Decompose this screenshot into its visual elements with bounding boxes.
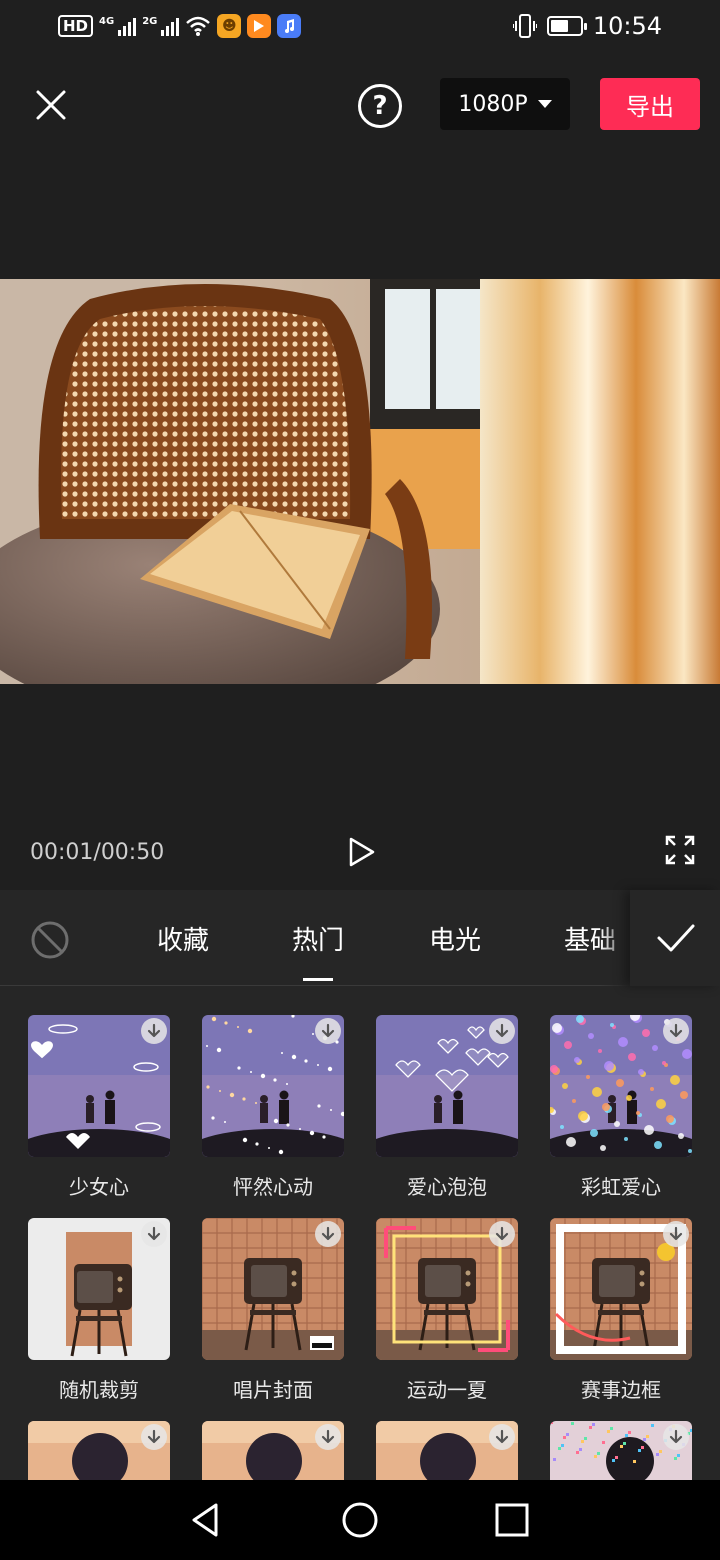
fullscreen-icon[interactable] (664, 834, 696, 866)
effect-item[interactable]: 唱片封面 (202, 1218, 344, 1403)
video-preview-area: 00:01/00:50 (0, 156, 720, 890)
effect-category-tabs: 收藏 热门 电光 基础 (0, 890, 720, 986)
signal-2g-label: 2G (142, 16, 158, 27)
signal-2g-icon: 2G (142, 16, 180, 36)
recents-icon[interactable] (492, 1500, 532, 1540)
status-bar: HD 4G 2G ☻ 10:54 (0, 0, 720, 56)
chevron-down-icon (537, 100, 552, 108)
effect-item[interactable]: 爱心泡泡 (376, 1015, 518, 1200)
effect-thumbnail[interactable] (550, 1421, 692, 1480)
download-icon[interactable] (489, 1018, 515, 1044)
effects-grid: 少女心 怦然心动 爱心泡泡 彩虹爱心随机裁剪 唱片封面 运动一夏 赛事边框 (0, 987, 720, 1480)
music-app-icon (277, 14, 302, 38)
effect-item[interactable] (376, 1421, 518, 1480)
effect-label: 彩虹爱心 (581, 1175, 661, 1199)
status-left-icons: HD 4G 2G ☻ (58, 14, 302, 38)
close-icon[interactable] (30, 84, 72, 126)
effect-item[interactable] (550, 1421, 692, 1480)
effects-panel: 收藏 热门 电光 基础 少女心 怦然心动 爱心泡泡 彩虹爱心随机裁剪 唱片封面 运动一夏 赛… (0, 890, 720, 1480)
download-icon[interactable] (663, 1221, 689, 1247)
status-right-icons: 10:54 (512, 12, 662, 40)
effect-thumbnail[interactable] (376, 1218, 518, 1360)
app-notification-icon: ☻ (217, 14, 242, 38)
resolution-dropdown[interactable]: 1080P (440, 78, 570, 130)
export-label: 导出 (626, 92, 674, 121)
effect-thumbnail[interactable] (202, 1218, 344, 1360)
effect-thumbnail[interactable] (202, 1015, 344, 1157)
tab-favorites[interactable]: 收藏 (157, 920, 209, 957)
effect-label: 少女心 (69, 1175, 129, 1199)
effect-item[interactable]: 彩虹爱心 (550, 1015, 692, 1200)
effect-label: 唱片封面 (233, 1378, 313, 1402)
download-icon[interactable] (663, 1424, 689, 1450)
effect-thumbnail[interactable] (28, 1015, 170, 1157)
hd-icon: HD (58, 15, 94, 37)
download-icon[interactable] (315, 1221, 341, 1247)
effect-label: 赛事边框 (581, 1378, 661, 1402)
effect-thumbnail[interactable] (28, 1218, 170, 1360)
confirm-button[interactable] (630, 890, 720, 986)
effect-item[interactable]: 赛事边框 (550, 1218, 692, 1403)
chair-book-scene (0, 279, 720, 684)
download-icon[interactable] (141, 1221, 167, 1247)
back-icon[interactable] (186, 1500, 226, 1540)
effect-label: 运动一夏 (407, 1378, 487, 1402)
resolution-value: 1080P (458, 91, 528, 117)
vibrate-icon (512, 14, 537, 38)
system-nav-bar (0, 1480, 720, 1560)
download-icon[interactable] (489, 1424, 515, 1450)
effect-thumbnail[interactable] (376, 1015, 518, 1157)
download-icon[interactable] (141, 1018, 167, 1044)
playback-time: 00:01/00:50 (30, 840, 165, 865)
help-icon: ? (372, 91, 388, 121)
tabs-fade (600, 890, 630, 986)
effect-thumbnail[interactable] (202, 1421, 344, 1480)
download-icon[interactable] (315, 1018, 341, 1044)
export-button[interactable]: 导出 (600, 78, 700, 130)
video-app-icon (247, 14, 272, 38)
tab-electric[interactable]: 电光 (429, 920, 481, 957)
battery-fill (550, 20, 568, 32)
effect-thumbnail[interactable] (550, 1218, 692, 1360)
video-frame-image[interactable] (0, 279, 720, 684)
effect-item[interactable]: 怦然心动 (202, 1015, 344, 1200)
effect-item[interactable] (28, 1421, 170, 1480)
tabs-scroller[interactable]: 收藏 热门 电光 基础 (100, 890, 630, 986)
home-icon[interactable] (340, 1500, 380, 1540)
download-icon[interactable] (663, 1018, 689, 1044)
signal-4g-icon: 4G (99, 16, 137, 36)
signal-4g-label: 4G (99, 16, 115, 27)
no-effect-icon[interactable] (30, 920, 70, 960)
tab-hot[interactable]: 热门 (292, 920, 344, 981)
effect-item[interactable]: 少女心 (28, 1015, 170, 1200)
play-icon[interactable] (345, 836, 377, 868)
download-icon[interactable] (315, 1424, 341, 1450)
download-icon[interactable] (489, 1221, 515, 1247)
check-icon (657, 924, 695, 952)
effect-thumbnail[interactable] (28, 1421, 170, 1480)
effect-thumbnail[interactable] (376, 1421, 518, 1480)
effect-label: 随机裁剪 (59, 1378, 139, 1402)
effect-item[interactable]: 运动一夏 (376, 1218, 518, 1403)
effect-thumbnail[interactable] (550, 1015, 692, 1157)
status-time: 10:54 (592, 12, 662, 40)
top-toolbar: ? 1080P 导出 (0, 56, 720, 156)
effect-item[interactable] (202, 1421, 344, 1480)
wifi-icon (186, 16, 211, 36)
battery-icon (546, 16, 587, 36)
effect-item[interactable]: 随机裁剪 (28, 1218, 170, 1403)
effect-label: 爱心泡泡 (407, 1175, 487, 1199)
effect-label: 怦然心动 (233, 1175, 313, 1199)
download-icon[interactable] (141, 1424, 167, 1450)
help-button[interactable]: ? (358, 84, 402, 128)
